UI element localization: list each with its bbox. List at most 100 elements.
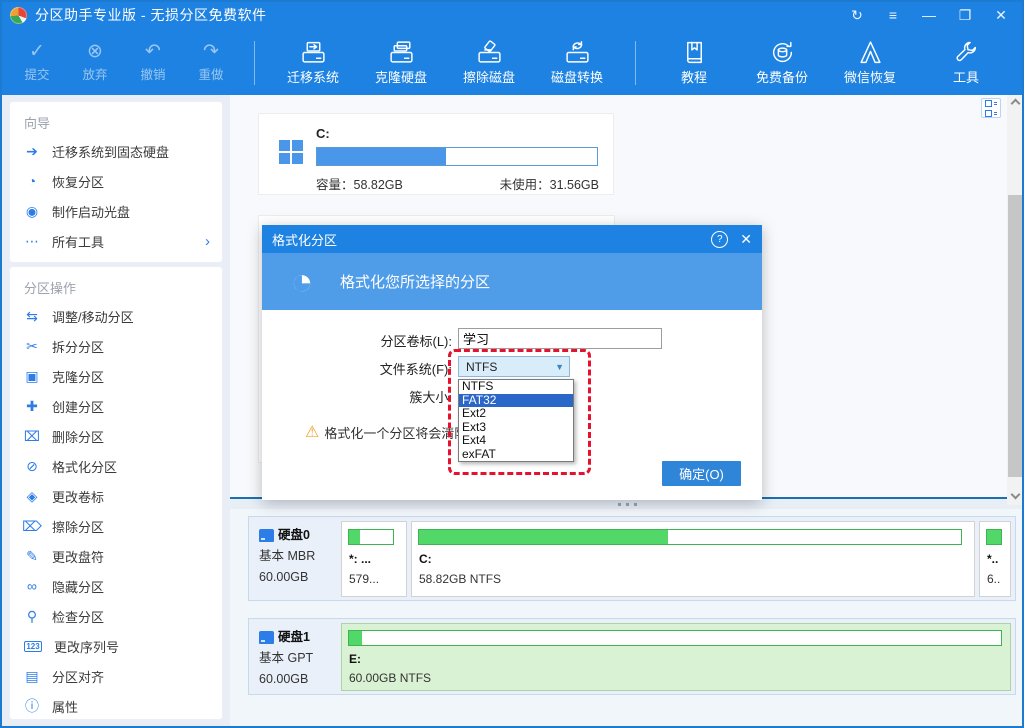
migrate-system-button[interactable]: 迁移系统 [269, 39, 357, 86]
app-window: 分区助手专业版 - 无损分区免费软件 ↻ ≡ — ❐ ✕ ✓ 提交 ⊗ 放弃 ↶… [0, 0, 1024, 728]
scroll-down-icon[interactable] [1007, 489, 1023, 503]
help-icon[interactable]: ? [711, 231, 728, 248]
drive-letter: C: [316, 126, 330, 141]
tools-button[interactable]: 工具 [922, 39, 1010, 86]
sidebar-item-delete[interactable]: ⌧删除分区 [10, 421, 222, 451]
disk0-size: 60.00GB [259, 567, 339, 588]
trash-icon: ⌧ [22, 428, 42, 445]
drive-stack-icon [388, 39, 415, 66]
sidebar-item-properties[interactable]: ⓘ属性 [10, 691, 222, 721]
submit-button[interactable]: ✓ 提交 [8, 42, 66, 83]
glasses-icon: ∞ [22, 578, 42, 594]
restore-icon[interactable]: ❐ [950, 3, 980, 27]
ellipsis-icon: ⋯ [22, 233, 42, 250]
backup-icon [769, 39, 796, 66]
clone-icon: ▣ [22, 368, 42, 385]
split-icon: ✂ [22, 338, 42, 355]
sidebar-item-create[interactable]: ✚创建分区 [10, 391, 222, 421]
option-ext4[interactable]: Ext4 [459, 434, 573, 448]
volume-input[interactable] [458, 328, 662, 349]
option-ext2[interactable]: Ext2 [459, 407, 573, 421]
disk-icon [259, 529, 274, 542]
view-toggle-icon[interactable] [981, 98, 1001, 118]
align-icon: ▤ [22, 668, 42, 685]
format-partition-dialog: 格式化分区 ? ✕ ◔ 格式化您所选择的分区 分区卷标(L): 文件系统(F):… [262, 225, 762, 500]
unused-value: 未使用：31.56GB [500, 174, 599, 193]
usage-bar-fill [317, 148, 446, 165]
sidebar-item-hide[interactable]: ∞隐藏分区 [10, 571, 222, 601]
drive-convert-icon [564, 39, 591, 66]
disk0-row: 硬盘0 基本 MBR 60.00GB *: ... 579... C: 58.8… [248, 516, 1016, 601]
window-title: 分区助手专业版 - 无损分区免费软件 [35, 5, 266, 25]
drive-arrow-icon: ➔ [22, 143, 42, 160]
sidebar-item-change-letter[interactable]: ✎更改盘符 [10, 541, 222, 571]
partition-size: 60.00GB NTFS [349, 671, 431, 685]
sidebar-item-format[interactable]: ⊘格式化分区 [10, 451, 222, 481]
dialog-titlebar[interactable]: 格式化分区 ? ✕ [262, 225, 762, 253]
minimize-icon[interactable]: — [914, 3, 944, 27]
undo-button[interactable]: ↶ 撤销 [124, 42, 182, 83]
vertical-scrollbar[interactable] [1007, 95, 1023, 505]
app-logo-icon [10, 7, 27, 24]
option-fat32[interactable]: FAT32 [459, 394, 573, 408]
sidebar-item-change-label[interactable]: ◈更改卷标 [10, 481, 222, 511]
eraser-icon: ⌦ [22, 518, 42, 535]
filesystem-dropdown[interactable]: NTFS ▼ [458, 356, 570, 377]
disk0-partition-3[interactable]: *.. 6.. [979, 521, 1011, 597]
option-ext3[interactable]: Ext3 [459, 421, 573, 435]
sidebar-item-check[interactable]: ⚲检查分区 [10, 601, 222, 631]
toolbar: ✓ 提交 ⊗ 放弃 ↶ 撤销 ↷ 重做 迁移系统 克隆硬盘 擦除磁盘 [0, 30, 1024, 95]
sidebar-item-clone[interactable]: ▣克隆分区 [10, 361, 222, 391]
sidebar-item-split[interactable]: ✂拆分分区 [10, 331, 222, 361]
window-controls: ↻ ≡ — ❐ ✕ [842, 3, 1024, 27]
resize-move-icon: ⇆ [22, 308, 42, 325]
magnifier-icon: ⚲ [22, 608, 42, 625]
dialog-banner-text: 格式化您所选择的分区 [340, 271, 490, 292]
drive-eraser-icon [476, 39, 503, 66]
partition-size: 58.82GB NTFS [419, 572, 501, 586]
menu-icon[interactable]: ≡ [878, 3, 908, 27]
option-exfat[interactable]: exFAT [459, 448, 573, 462]
disk1-partition-e[interactable]: E: 60.00GB NTFS [341, 623, 1011, 691]
volume-label: 分区卷标(L): [342, 331, 452, 350]
disk0-partition-1[interactable]: *: ... 579... [341, 521, 407, 597]
discard-button[interactable]: ⊗ 放弃 [66, 42, 124, 83]
free-backup-button[interactable]: 免费备份 [738, 39, 826, 86]
disc-icon: ◉ [22, 203, 42, 220]
sidebar-item-all-tools[interactable]: ⋯ 所有工具 › [10, 226, 222, 256]
ok-button[interactable]: 确定(O) [662, 461, 741, 486]
refresh-icon[interactable]: ↻ [842, 3, 872, 27]
disk-map-area: 硬盘0 基本 MBR 60.00GB *: ... 579... C: 58.8… [230, 509, 1024, 728]
close-icon[interactable]: ✕ [986, 3, 1016, 27]
redo-icon: ↷ [203, 42, 219, 62]
option-ntfs[interactable]: NTFS [459, 380, 573, 394]
usage-bar [316, 147, 598, 166]
scrollbar-thumb[interactable] [1008, 195, 1022, 477]
filesystem-options-list: NTFS FAT32 Ext2 Ext3 Ext4 exFAT [458, 379, 574, 462]
redo-button[interactable]: ↷ 重做 [182, 42, 240, 83]
clone-disk-button[interactable]: 克隆硬盘 [357, 39, 445, 86]
dialog-close-icon[interactable]: ✕ [740, 231, 752, 248]
pencil-icon: ✎ [22, 548, 42, 565]
wechat-recovery-button[interactable]: 微信恢复 [826, 39, 914, 86]
scroll-up-icon[interactable] [1007, 95, 1023, 109]
sidebar-item-migrate-to-ssd[interactable]: ➔ 迁移系统到固态硬盘 [10, 136, 222, 166]
convert-disk-button[interactable]: 磁盘转换 [533, 39, 621, 86]
disk1-size: 60.00GB [259, 669, 339, 690]
sidebar-item-change-serial[interactable]: 123更改序列号 [10, 631, 222, 661]
disk0-partition-c[interactable]: C: 58.82GB NTFS [411, 521, 975, 597]
chevron-right-icon: › [205, 233, 210, 250]
sidebar: 向导 ➔ 迁移系统到固态硬盘 ◔ 恢复分区 ◉ 制作启动光盘 ⋯ 所有工具 › … [2, 95, 230, 726]
tutorial-button[interactable]: 教程 [650, 39, 738, 86]
sidebar-item-make-boot-disc[interactable]: ◉ 制作启动光盘 [10, 196, 222, 226]
wipe-disk-button[interactable]: 擦除磁盘 [445, 39, 533, 86]
plus-icon: ✚ [22, 398, 42, 415]
info-icon: ⓘ [22, 696, 42, 716]
sidebar-item-recover-partition[interactable]: ◔ 恢复分区 [10, 166, 222, 196]
undo-icon: ↶ [145, 42, 161, 62]
titlebar: 分区助手专业版 - 无损分区免费软件 ↻ ≡ — ❐ ✕ [0, 0, 1024, 30]
sidebar-item-align[interactable]: ▤分区对齐 [10, 661, 222, 691]
c-drive-card[interactable]: C: 容量：58.82GB 未使用：31.56GB [258, 113, 614, 195]
sidebar-item-wipe[interactable]: ⌦擦除分区 [10, 511, 222, 541]
sidebar-item-resize-move[interactable]: ⇆调整/移动分区 [10, 301, 222, 331]
